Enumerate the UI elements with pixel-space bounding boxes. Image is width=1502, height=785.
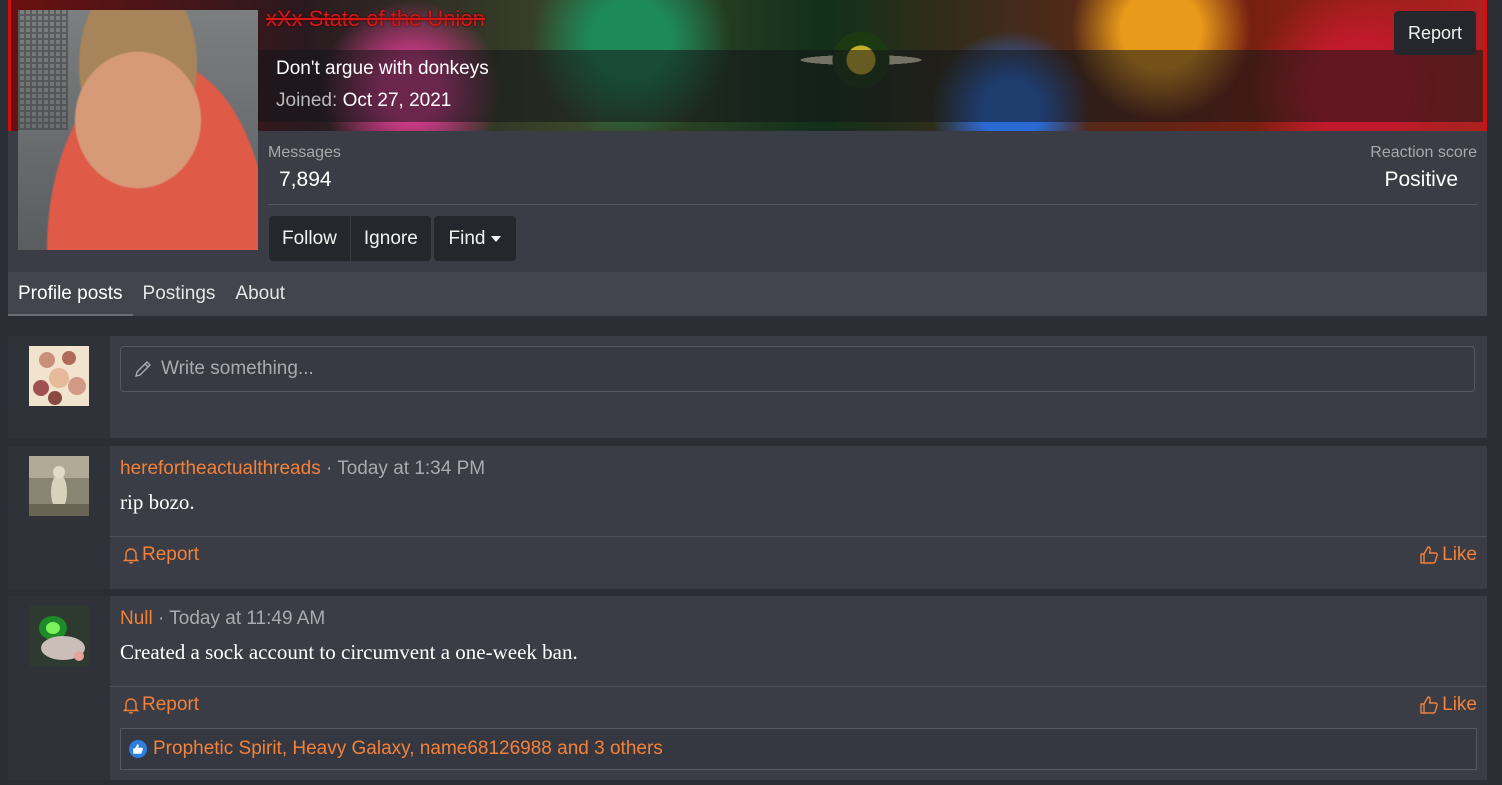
reactions-summary[interactable]: Prophetic Spirit, Heavy Galaxy, name6812…: [153, 738, 663, 760]
post-actions-divider: [110, 686, 1487, 687]
user-title: xXx State of the Union: [266, 6, 485, 31]
follow-button[interactable]: Follow: [269, 216, 350, 261]
profile-header: xXx State of the Union Report Don't argu…: [8, 0, 1487, 272]
profile-tabs: Profile posts Postings About: [8, 272, 1487, 316]
reaction-score-value: Positive: [1384, 168, 1458, 191]
tab-about[interactable]: About: [225, 272, 295, 316]
joined-info: Joined: Oct 27, 2021: [276, 90, 451, 112]
find-button[interactable]: Find: [434, 216, 516, 261]
reaction-score-label: Reaction score: [1370, 144, 1477, 161]
report-profile-button[interactable]: Report: [1394, 11, 1476, 55]
post-meta: herefortheactualthreads · Today at 1:34 …: [120, 458, 485, 480]
reactions-bar[interactable]: Prophetic Spirit, Heavy Galaxy, name6812…: [120, 728, 1477, 770]
report-label: Report: [142, 544, 200, 565]
post-body: rip bozo.: [120, 490, 195, 514]
post-meta: Null · Today at 11:49 AM: [120, 608, 325, 630]
post-like-link[interactable]: Like: [1419, 694, 1477, 716]
post-author-link[interactable]: herefortheactualthreads: [120, 458, 321, 479]
thumbs-up-icon: [1420, 696, 1439, 714]
post-like-link[interactable]: Like: [1419, 544, 1477, 566]
post-timestamp[interactable]: · Today at 1:34 PM: [326, 458, 485, 479]
write-placeholder: Write something...: [161, 358, 314, 379]
tab-profile-posts[interactable]: Profile posts: [8, 272, 133, 316]
post-report-link[interactable]: Report: [123, 544, 199, 566]
thumbs-up-icon: [1420, 546, 1439, 564]
joined-date: Oct 27, 2021: [342, 90, 452, 111]
profile-post: herefortheactualthreads · Today at 1:34 …: [8, 446, 1487, 589]
follow-ignore-group: Follow Ignore: [269, 216, 431, 261]
like-label: Like: [1442, 544, 1477, 565]
profile-tagline: Don't argue with donkeys: [276, 58, 489, 79]
post-author-avatar[interactable]: [29, 456, 89, 516]
bell-icon: [123, 698, 139, 714]
post-timestamp[interactable]: · Today at 11:49 AM: [158, 608, 325, 629]
messages-count[interactable]: 7,894: [279, 168, 332, 192]
tab-postings[interactable]: Postings: [133, 272, 226, 316]
post-author-avatar[interactable]: [29, 606, 89, 666]
write-something-input[interactable]: Write something...: [120, 346, 1475, 392]
like-reaction-icon: [129, 740, 147, 758]
messages-label: Messages: [268, 144, 341, 161]
pencil-icon: [135, 361, 151, 377]
joined-label: Joined:: [276, 90, 338, 111]
bell-icon: [123, 548, 139, 564]
like-label: Like: [1442, 694, 1477, 715]
post-report-link[interactable]: Report: [123, 694, 199, 716]
caret-down-icon: [491, 235, 502, 242]
profile-post-composer: Write something...: [8, 336, 1487, 438]
viewer-avatar[interactable]: [29, 346, 89, 406]
profile-avatar[interactable]: [18, 10, 258, 250]
post-body: Created a sock account to circumvent a o…: [120, 640, 578, 664]
find-label: Find: [448, 227, 486, 249]
post-actions-divider: [110, 536, 1487, 537]
post-author-link[interactable]: Null: [120, 608, 153, 629]
report-label: Report: [142, 694, 200, 715]
profile-post: Null · Today at 11:49 AM Created a sock …: [8, 596, 1487, 780]
stats-divider: [268, 204, 1477, 205]
ignore-button[interactable]: Ignore: [349, 216, 431, 261]
